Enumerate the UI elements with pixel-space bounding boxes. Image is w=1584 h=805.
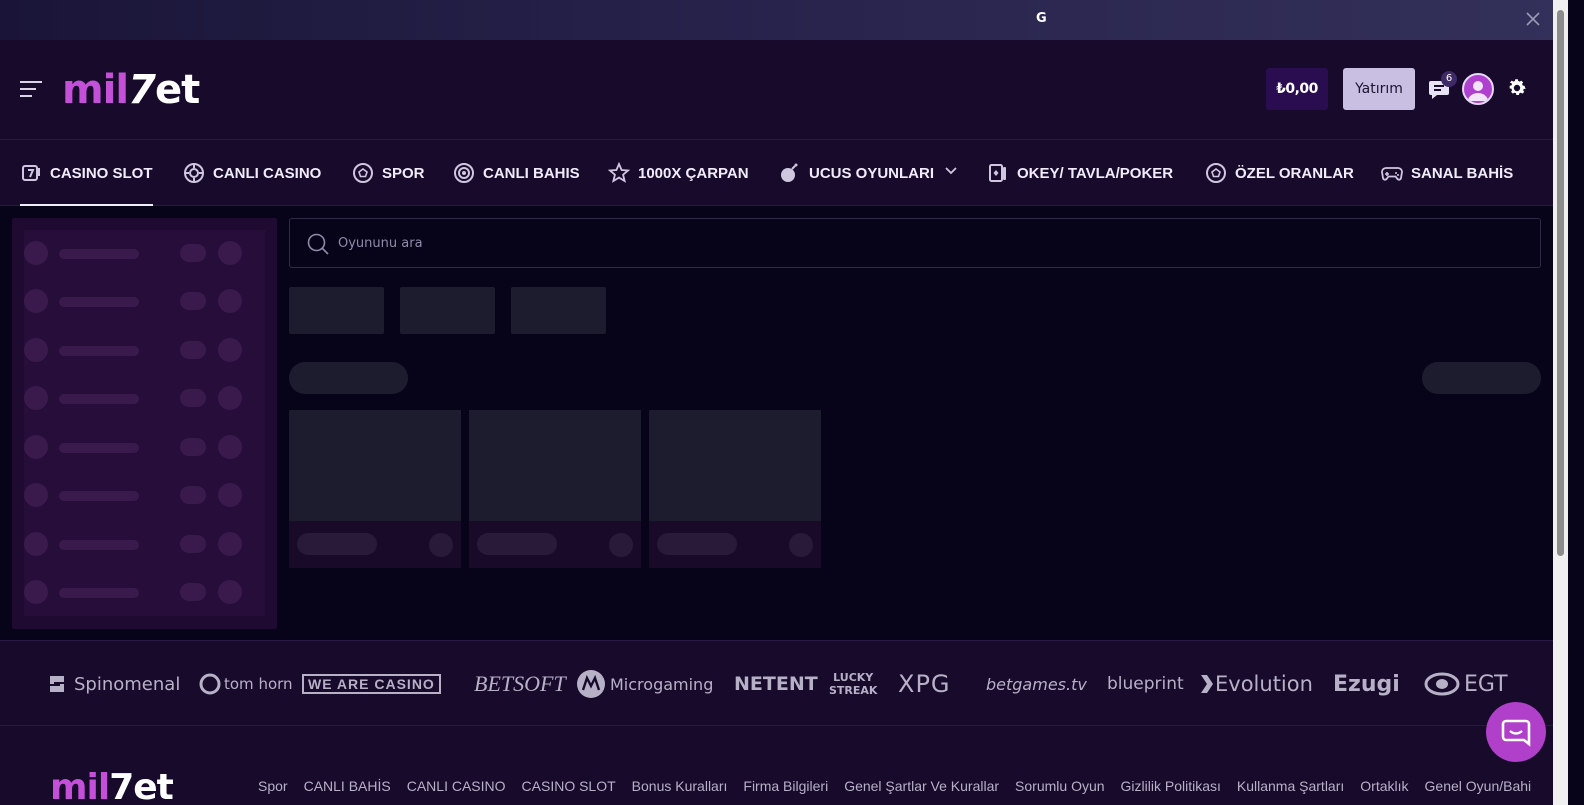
provider-logo-xpg[interactable]: XPG	[898, 641, 951, 727]
provider-logo-ezugi[interactable]: Ezugi	[1333, 641, 1400, 727]
game-search-box	[289, 218, 1541, 268]
nav-label: ÖZEL ORANLAR	[1235, 164, 1354, 182]
footer-link-ortaklik[interactable]: Ortaklık	[1360, 778, 1408, 794]
main-nav: CASINO SLOT CANLI CASINO SPOR CANLI BAHI…	[0, 140, 1553, 206]
sidebar-skeleton-row	[24, 338, 254, 364]
balance-button[interactable]: ₺0,00	[1266, 68, 1328, 110]
game-card-skeleton	[469, 410, 641, 568]
sidebar-skeleton-row	[24, 483, 254, 509]
footer-link-kullanma-sartlari[interactable]: Kullanma Şartları	[1237, 778, 1344, 794]
provider-logo-spinomenal[interactable]: Spinomenal	[46, 641, 180, 727]
footer-link-canli-bahis[interactable]: CANLI BAHİS	[304, 778, 391, 794]
star-icon	[608, 162, 630, 184]
user-avatar-icon[interactable]	[1462, 73, 1494, 105]
sidebar-skeleton-row	[24, 241, 254, 267]
footer-link-spor[interactable]: Spor	[258, 778, 288, 794]
page-scrollbar[interactable]	[1553, 0, 1568, 805]
sidebar-skeleton-row	[24, 532, 254, 558]
scrollbar-thumb[interactable]	[1557, 10, 1564, 556]
sidebar-skeleton-row	[24, 435, 254, 461]
soccer-ball-icon	[352, 162, 374, 184]
gear-icon[interactable]	[1506, 77, 1528, 99]
nav-item-ucus-oyunlari[interactable]: UCUS OYUNLARI	[779, 140, 958, 206]
header: mil7et ₺0,00 Yatırım 6	[0, 40, 1553, 140]
provider-logo-lucky-streak[interactable]: LUCKY STREAK	[829, 641, 877, 727]
footer-link-casino-slot[interactable]: CASINO SLOT	[522, 778, 616, 794]
messages-button[interactable]: 6	[1427, 71, 1457, 101]
provider-logo-betsoft[interactable]: BETSOFT	[474, 641, 566, 727]
gamepad-icon	[1381, 162, 1403, 184]
soccer-ball-icon	[1205, 162, 1227, 184]
sidebar-skeleton-row	[24, 386, 254, 412]
footer-link-sorumlu-oyun[interactable]: Sorumlu Oyun	[1015, 778, 1104, 794]
search-icon	[306, 232, 330, 256]
nav-label: SANAL BAHİS	[1411, 164, 1514, 182]
bomb-icon	[779, 162, 801, 184]
view-all-skeleton	[1422, 362, 1541, 394]
provider-logo-evolution[interactable]: Evolution	[1200, 641, 1313, 727]
footer-link-genel-sartlar[interactable]: Genel Şartlar Ve Kurallar	[844, 778, 999, 794]
game-card-skeleton	[289, 410, 461, 568]
provider-logo-tomhorn[interactable]: tom horn	[198, 641, 293, 727]
footer-links: Spor CANLI BAHİS CANLI CASINO CASINO SLO…	[258, 778, 1531, 794]
providers-strip: Spinomenal tom horn WE ARE CASINO BETSOF…	[0, 640, 1553, 726]
hamburger-menu-icon[interactable]	[20, 81, 42, 97]
nav-item-casino-slot[interactable]: CASINO SLOT	[20, 140, 153, 206]
nav-item-sanal-bahis[interactable]: SANAL BAHİS	[1381, 140, 1513, 206]
sidebar-skeleton-row	[24, 289, 254, 315]
category-tab-skeleton	[289, 287, 384, 334]
messages-badge: 6	[1441, 71, 1457, 87]
top-banner: G	[0, 0, 1568, 40]
section-title-skeleton	[289, 362, 408, 394]
game-card-skeleton	[649, 410, 821, 568]
casino-chip-icon	[183, 162, 205, 184]
banner-text: G	[1036, 11, 1047, 26]
nav-item-canli-bahis[interactable]: CANLI BAHIS	[453, 140, 580, 206]
nav-label: CASINO SLOT	[50, 164, 153, 182]
chat-bubble-icon	[1501, 719, 1531, 747]
provider-sidebar-skeleton	[12, 218, 277, 629]
deposit-button[interactable]: Yatırım	[1343, 68, 1415, 110]
nav-label: CANLI BAHIS	[483, 164, 580, 182]
playing-cards-icon	[987, 162, 1009, 184]
provider-logo-betgames[interactable]: betgames.tv	[986, 641, 1087, 727]
sidebar-inner	[24, 230, 265, 616]
nav-item-1000x-carpan[interactable]: 1000X ÇARPAN	[608, 140, 749, 206]
nav-label: SPOR	[382, 164, 425, 182]
footer-logo[interactable]: mil7et	[50, 768, 174, 805]
close-icon[interactable]	[1524, 10, 1542, 28]
live-chat-button[interactable]	[1486, 702, 1546, 762]
footer-link-genel-oyun-bahis[interactable]: Genel Oyun/Bahi	[1425, 778, 1532, 794]
provider-logo-we-are-casino[interactable]: WE ARE CASINO	[302, 641, 441, 727]
nav-item-canli-casino[interactable]: CANLI CASINO	[183, 140, 321, 206]
nav-label: 1000X ÇARPAN	[638, 164, 749, 182]
nav-item-okey-tavla-poker[interactable]: OKEY/ TAVLA/POKER	[987, 140, 1173, 206]
search-input[interactable]	[338, 219, 1518, 267]
provider-logo-blueprint[interactable]: blueprint	[1107, 641, 1184, 727]
chevron-down-icon	[944, 164, 958, 182]
footer-link-bonus-kurallari[interactable]: Bonus Kuralları	[632, 778, 728, 794]
live-broadcast-icon	[453, 162, 475, 184]
provider-logo-netent[interactable]: NETENT	[734, 641, 818, 727]
sidebar-skeleton-row	[24, 580, 254, 606]
nav-label: CANLI CASINO	[213, 164, 322, 182]
casino-slot-icon	[20, 162, 42, 184]
nav-label: OKEY/ TAVLA/POKER	[1017, 164, 1174, 182]
provider-logo-microgaming[interactable]: Microgaming	[576, 641, 713, 727]
nav-item-spor[interactable]: SPOR	[352, 140, 425, 206]
footer: mil7et Spor CANLI BAHİS CANLI CASINO CAS…	[0, 726, 1553, 805]
footer-link-gizlilik[interactable]: Gizlilik Politikası	[1121, 778, 1221, 794]
category-tab-skeleton	[511, 287, 606, 334]
category-tab-skeleton	[400, 287, 495, 334]
footer-link-canli-casino[interactable]: CANLI CASINO	[407, 778, 506, 794]
nav-item-ozel-oranlar[interactable]: ÖZEL ORANLAR	[1205, 140, 1354, 206]
nav-label: UCUS OYUNLARI	[809, 164, 935, 182]
footer-link-firma-bilgileri[interactable]: Firma Bilgileri	[743, 778, 828, 794]
site-logo[interactable]: mil7et	[62, 68, 200, 112]
